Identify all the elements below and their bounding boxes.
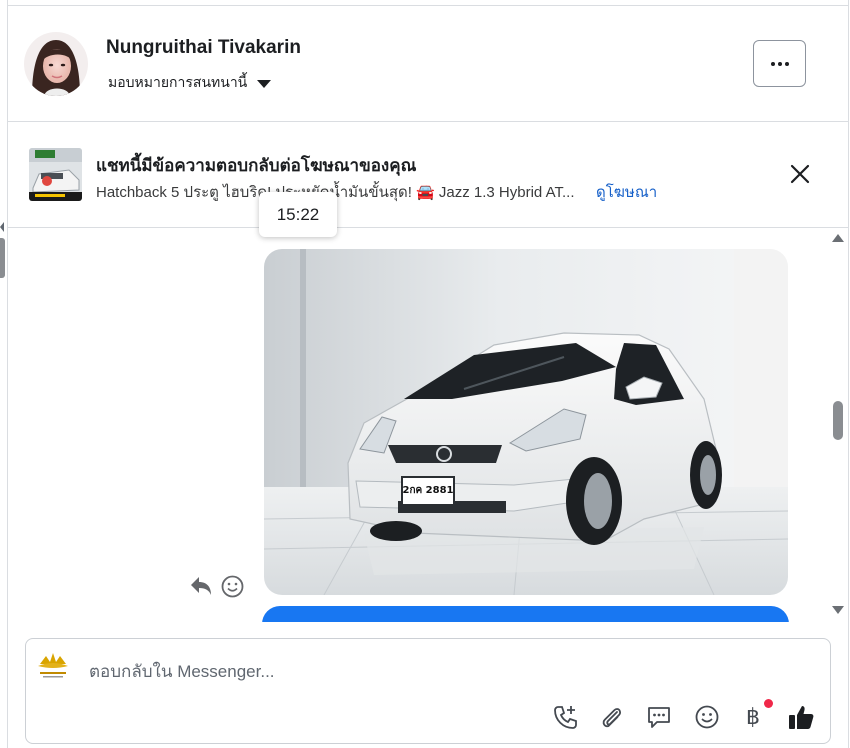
assign-conversation-dropdown[interactable]: มอบหมายการสนทนานี้ — [108, 72, 272, 94]
reply-icon[interactable] — [189, 575, 213, 597]
contact-avatar[interactable] — [24, 32, 88, 96]
more-options-button[interactable] — [753, 40, 806, 87]
ellipsis-icon-dot — [784, 61, 789, 66]
ad-description: Hatchback 5 ประตู ไฮบริด! ประหยัดน้ำมันข… — [96, 184, 575, 201]
baht-payment-icon[interactable]: ฿ — [739, 703, 767, 731]
ellipsis-icon — [770, 61, 775, 66]
ad-thumbnail[interactable] — [29, 148, 82, 201]
scroll-up-arrow-icon[interactable] — [832, 234, 844, 242]
assign-conversation-label: มอบหมายการสนทนานี้ — [108, 74, 248, 90]
chevron-down-icon — [257, 80, 272, 88]
close-icon[interactable] — [788, 162, 812, 186]
thumbs-up-icon[interactable] — [787, 703, 815, 731]
side-panel-handle[interactable] — [0, 238, 5, 278]
emoji-icon[interactable] — [693, 703, 721, 731]
call-plus-icon[interactable] — [551, 703, 579, 731]
message-photo[interactable]: 2กค 2881 — [264, 249, 788, 595]
license-plate-text: 2กค 2881 — [402, 485, 453, 496]
view-ad-link[interactable]: ดูโฆษณา — [596, 180, 657, 204]
scroll-down-arrow-icon[interactable] — [832, 606, 844, 614]
notification-dot — [764, 699, 773, 708]
baht-symbol: ฿ — [746, 704, 760, 730]
ad-reply-banner: แชทนี้มีข้อความตอบกลับต่อโฆษณาของคุณ Hat… — [8, 122, 848, 228]
page-logo — [34, 650, 72, 680]
scrollbar-thumb[interactable] — [833, 401, 843, 440]
timestamp-tooltip: 15:22 — [259, 192, 337, 237]
attachment-icon[interactable] — [598, 703, 626, 731]
ad-banner-title: แชทนี้มีข้อความตอบกลับต่อโฆษณาของคุณ — [96, 156, 417, 175]
reply-input[interactable] — [89, 660, 689, 684]
ellipsis-icon-dot — [777, 61, 782, 66]
collapse-arrow-icon[interactable] — [0, 222, 4, 232]
contact-name[interactable]: Nungruithai Tivakarin — [106, 37, 301, 59]
smiley-icon[interactable] — [221, 575, 244, 598]
conversation-header: Nungruithai Tivakarin มอบหมายการสนทนานี้ — [8, 6, 848, 122]
saved-reply-icon[interactable] — [645, 703, 673, 731]
